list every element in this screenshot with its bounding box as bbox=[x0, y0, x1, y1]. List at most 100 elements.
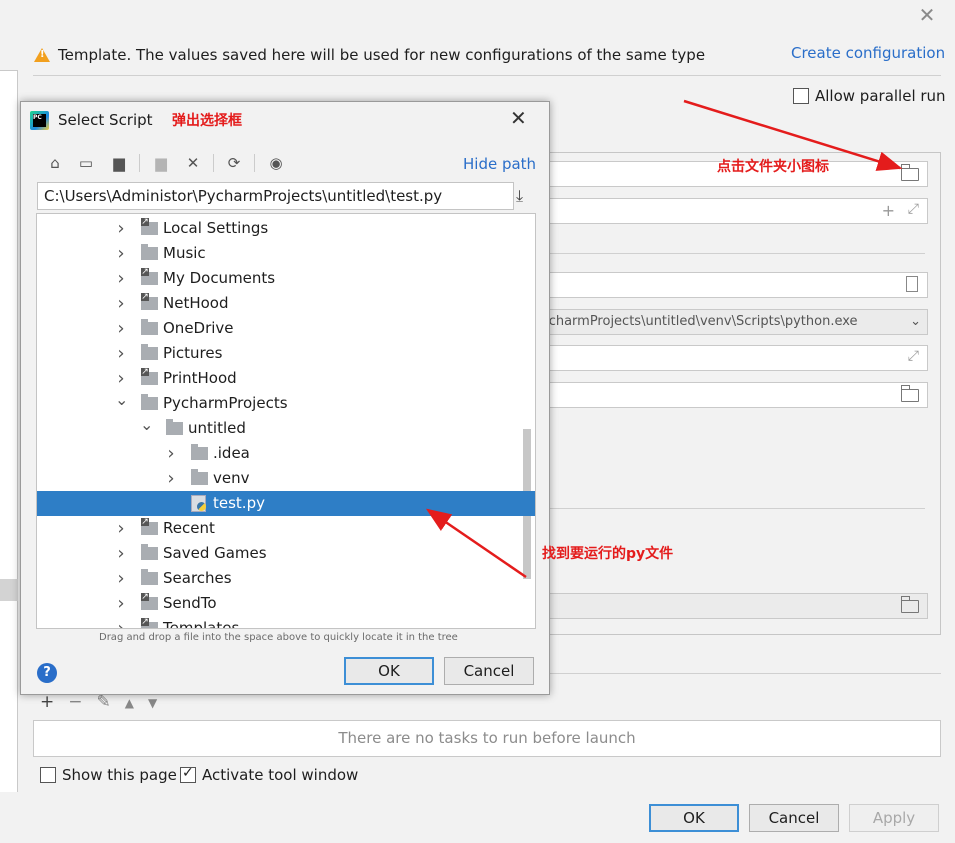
home-icon[interactable]: ⌂ bbox=[45, 153, 65, 173]
warning-icon bbox=[34, 48, 50, 62]
tree-row[interactable]: › Searches bbox=[37, 566, 535, 591]
tree-row-label: venv bbox=[213, 469, 250, 487]
tree-row[interactable]: ›PrintHood bbox=[37, 366, 535, 391]
chevron-right-icon[interactable]: › bbox=[115, 241, 127, 266]
show-hidden-icon[interactable]: ◉ bbox=[266, 153, 286, 173]
tree-row-label: Saved Games bbox=[163, 544, 267, 562]
add-task-icon[interactable]: + bbox=[40, 692, 54, 714]
tree-row[interactable]: › SendTo bbox=[37, 591, 535, 616]
tasks-toolbar: + − ✎ ▲ ▼ bbox=[40, 692, 157, 714]
tree-row[interactable]: › Recent bbox=[37, 516, 535, 541]
tree-row[interactable]: ⌄ PycharmProjects bbox=[37, 390, 535, 416]
tree-row[interactable]: › .idea bbox=[37, 441, 535, 466]
tasks-list[interactable]: There are no tasks to run before launch bbox=[33, 720, 941, 757]
close-icon[interactable]: ✕ bbox=[916, 4, 938, 26]
folder-open-icon[interactable] bbox=[900, 164, 919, 181]
chevron-right-icon[interactable]: › bbox=[115, 341, 127, 366]
allow-parallel-label: Allow parallel run bbox=[815, 87, 946, 105]
warning-text: Template. The values saved here will be … bbox=[58, 46, 706, 64]
expand-icon[interactable]: ⤢ bbox=[908, 348, 919, 364]
remove-task-icon[interactable]: − bbox=[68, 692, 82, 714]
tree-row-label: PycharmProjects bbox=[163, 394, 288, 412]
download-icon[interactable]: ⤓ bbox=[516, 186, 523, 206]
edit-task-icon[interactable]: ✎ bbox=[97, 692, 111, 714]
apply-button[interactable]: Apply bbox=[849, 804, 939, 832]
new-folder-icon[interactable]: ▆ bbox=[151, 153, 171, 173]
path-input[interactable]: C:\Users\Administor\PycharmProjects\unti… bbox=[37, 182, 514, 210]
chevron-right-icon[interactable]: › bbox=[115, 591, 127, 616]
tree-row[interactable]: › Pictures bbox=[37, 341, 535, 366]
document-icon[interactable] bbox=[906, 276, 918, 292]
tree-row[interactable]: › OneDrive bbox=[37, 316, 535, 341]
hide-path-link[interactable]: Hide path bbox=[463, 155, 536, 173]
help-icon[interactable]: ? bbox=[37, 663, 57, 683]
folder-icon bbox=[141, 569, 158, 585]
refresh-icon[interactable]: ⟳ bbox=[224, 153, 244, 173]
config-list-selection[interactable] bbox=[0, 579, 18, 601]
checkbox[interactable] bbox=[40, 767, 56, 783]
tree-row-label: Local Settings bbox=[163, 219, 269, 237]
tree-row-label: Searches bbox=[163, 569, 232, 587]
tree-row[interactable]: › Music bbox=[37, 241, 535, 266]
parameters-field[interactable]: + ⤢ bbox=[540, 198, 928, 224]
chevron-down-icon[interactable]: ⌄ bbox=[115, 387, 128, 412]
activate-tool-label: Activate tool window bbox=[202, 766, 359, 784]
toolbar-separator bbox=[254, 154, 255, 172]
activate-tool-window-checkbox[interactable]: Activate tool window bbox=[180, 765, 359, 784]
folder-icon bbox=[141, 268, 158, 285]
tree-row[interactable]: › NetHood bbox=[37, 291, 535, 316]
checkbox[interactable] bbox=[793, 88, 809, 104]
folder-icon bbox=[166, 419, 183, 435]
tree-row[interactable]: › Saved Games bbox=[37, 541, 535, 566]
config-list-panel[interactable] bbox=[0, 70, 18, 792]
chevron-right-icon[interactable]: › bbox=[115, 541, 127, 566]
chevron-right-icon[interactable]: › bbox=[115, 316, 127, 341]
delete-icon[interactable]: ✕ bbox=[183, 153, 203, 173]
interpreter-options-field[interactable]: ⤢ bbox=[540, 345, 928, 371]
cancel-button[interactable]: Cancel bbox=[749, 804, 839, 832]
tree-row[interactable]: ⌄ untitled bbox=[37, 415, 535, 441]
pycharm-logo-icon bbox=[30, 111, 49, 130]
tree-row[interactable]: › Local Settings bbox=[37, 216, 535, 241]
chevron-right-icon[interactable]: › bbox=[115, 516, 127, 541]
project-icon[interactable]: ▆ bbox=[109, 153, 129, 173]
tree-row[interactable]: test.py bbox=[37, 491, 535, 516]
show-page-checkbox[interactable]: Show this page bbox=[40, 766, 177, 784]
tree-row-label: My Documents bbox=[163, 269, 276, 287]
chevron-down-icon[interactable]: ⌄ bbox=[140, 412, 153, 437]
allow-parallel-checkbox[interactable]: Allow parallel run bbox=[793, 87, 946, 105]
tree-row-label: untitled bbox=[188, 419, 246, 437]
dialog-cancel-button[interactable]: Cancel bbox=[444, 657, 534, 685]
tree-row-label: Music bbox=[163, 244, 206, 262]
dialog-title: Select Script bbox=[58, 111, 153, 129]
create-configuration-link[interactable]: Create configuration bbox=[791, 44, 945, 62]
tree-row[interactable]: › Templates bbox=[37, 616, 535, 628]
folder-open-icon[interactable] bbox=[900, 385, 919, 402]
folder-icon bbox=[141, 518, 158, 535]
file-tree[interactable]: › Local Settings › Music › My Documents › NetHo… bbox=[36, 213, 536, 629]
chevron-right-icon[interactable]: › bbox=[165, 441, 177, 466]
checkbox[interactable] bbox=[180, 765, 196, 783]
chevron-right-icon[interactable]: › bbox=[165, 466, 177, 491]
chevron-right-icon[interactable]: › bbox=[115, 616, 127, 628]
chevron-right-icon[interactable]: › bbox=[115, 266, 127, 291]
expand-icon[interactable]: ⤢ bbox=[908, 201, 919, 217]
tree-row[interactable]: › My Documents bbox=[37, 266, 535, 291]
add-icon[interactable]: + bbox=[882, 201, 895, 220]
dialog-ok-button[interactable]: OK bbox=[344, 657, 434, 685]
move-up-icon[interactable]: ▲ bbox=[125, 692, 134, 714]
chevron-right-icon[interactable]: › bbox=[115, 291, 127, 316]
chevron-right-icon[interactable]: › bbox=[115, 216, 127, 241]
close-icon[interactable]: ✕ bbox=[510, 106, 527, 130]
ok-button[interactable]: OK bbox=[649, 804, 739, 832]
folder-icon bbox=[141, 218, 158, 235]
move-down-icon[interactable]: ▼ bbox=[148, 692, 157, 714]
chevron-right-icon[interactable]: › bbox=[115, 566, 127, 591]
interpreter-value: ycharmProjects\untitled\venv\Scripts\pyt… bbox=[541, 314, 858, 329]
desktop-icon[interactable]: ▭ bbox=[76, 153, 96, 173]
chevron-down-icon[interactable]: ⌄ bbox=[906, 310, 921, 334]
working-directory-field[interactable] bbox=[540, 382, 928, 408]
tree-row[interactable]: › venv bbox=[37, 466, 535, 491]
interpreter-select[interactable]: ycharmProjects\untitled\venv\Scripts\pyt… bbox=[540, 309, 928, 335]
env-variables-field[interactable] bbox=[540, 272, 928, 298]
